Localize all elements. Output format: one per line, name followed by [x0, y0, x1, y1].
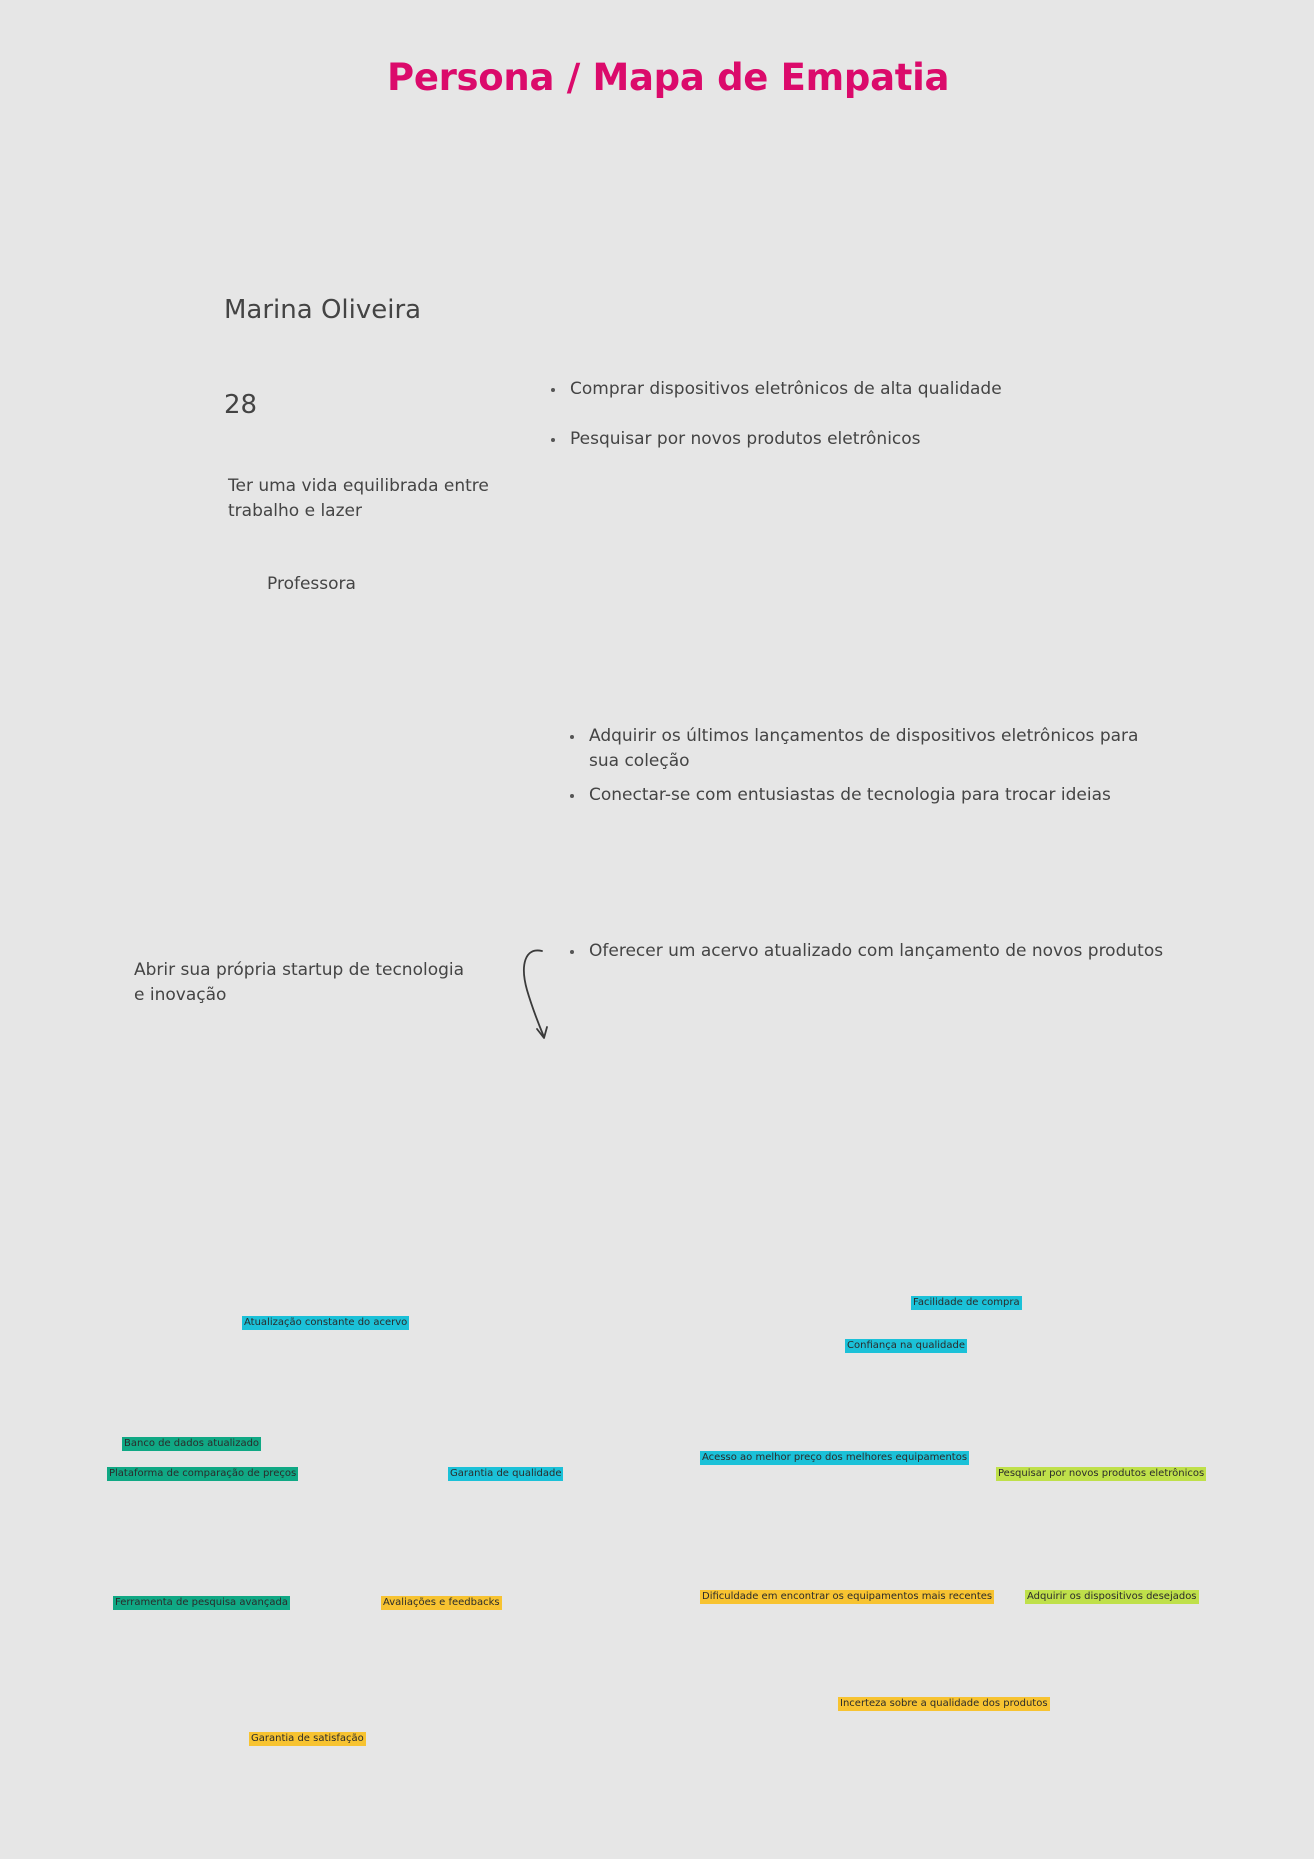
sticky-note[interactable]: Garantia de qualidade	[448, 1467, 564, 1481]
curved-arrow-icon[interactable]	[515, 945, 555, 1040]
sticky-note[interactable]: Dificuldade em encontrar os equipamentos…	[700, 1590, 995, 1604]
list-item: Comprar dispositivos eletrônicos de alta…	[548, 377, 1108, 402]
sticky-note[interactable]: Confiança na qualidade	[845, 1339, 967, 1353]
offer-list[interactable]: Oferecer um acervo atualizado com lançam…	[567, 939, 1167, 964]
desires-list[interactable]: Adquirir os últimos lançamentos de dispo…	[567, 724, 1167, 817]
sticky-note[interactable]: Avaliações e feedbacks	[381, 1596, 502, 1610]
sticky-note[interactable]: Atualização constante do acervo	[242, 1316, 410, 1330]
persona-dream[interactable]: Abrir sua própria startup de tecnologia …	[134, 958, 474, 1008]
persona-name[interactable]: Marina Oliveira	[224, 295, 421, 325]
sticky-note[interactable]: Acesso ao melhor preço dos melhores equi…	[700, 1451, 970, 1465]
list-item: Adquirir os últimos lançamentos de dispo…	[567, 724, 1167, 774]
sticky-note[interactable]: Incerteza sobre a qualidade dos produtos	[838, 1697, 1050, 1711]
sticky-note[interactable]: Pesquisar por novos produtos eletrônicos	[996, 1467, 1207, 1481]
persona-occupation[interactable]: Professora	[267, 574, 356, 594]
behaviors-list[interactable]: Comprar dispositivos eletrônicos de alta…	[548, 377, 1108, 477]
persona-age[interactable]: 28	[224, 390, 257, 420]
page-title: Persona / Mapa de Empatia	[387, 56, 950, 99]
sticky-note[interactable]: Adquirir os dispositivos desejados	[1025, 1590, 1199, 1604]
sticky-note[interactable]: Plataforma de comparação de preços	[107, 1467, 299, 1481]
sticky-note[interactable]: Ferramenta de pesquisa avançada	[113, 1596, 290, 1610]
persona-goal[interactable]: Ter uma vida equilibrada entre trabalho …	[228, 474, 508, 524]
sticky-note[interactable]: Banco de dados atualizado	[122, 1437, 262, 1451]
list-item: Pesquisar por novos produtos eletrônicos	[548, 427, 1108, 452]
sticky-note[interactable]: Facilidade de compra	[911, 1296, 1022, 1310]
sticky-note[interactable]: Garantia de satisfação	[249, 1732, 366, 1746]
list-item: Oferecer um acervo atualizado com lançam…	[567, 939, 1167, 964]
list-item: Conectar-se com entusiastas de tecnologi…	[567, 783, 1167, 808]
